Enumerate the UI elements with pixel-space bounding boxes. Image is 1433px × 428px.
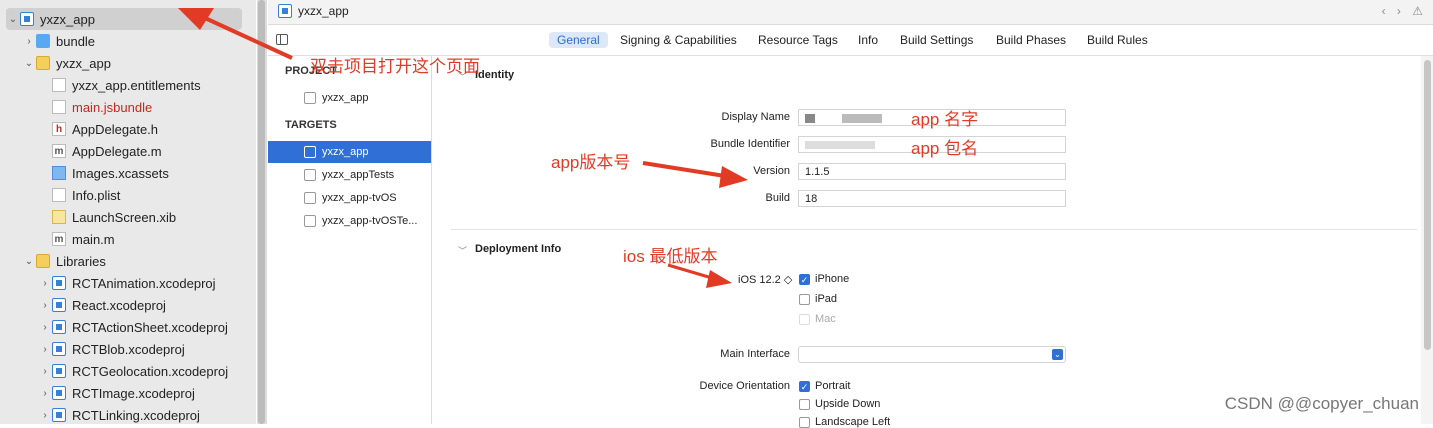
annotation-arrow xyxy=(178,8,293,60)
annotation-app-package: app 包名 xyxy=(911,139,979,158)
annotation-arrows xyxy=(178,8,748,288)
watermark: CSDN @@copyer_chuan xyxy=(1224,394,1419,413)
annotation-app-version: app版本号 xyxy=(551,153,631,172)
annotation-app-name: app 名字 xyxy=(911,110,979,129)
annotation-arrow xyxy=(642,161,748,188)
annotation-ios-min: ios 最低版本 xyxy=(623,247,718,266)
annotation-double-click: 双击项目打开这个页面 xyxy=(310,57,480,76)
annotation-arrow xyxy=(667,263,732,288)
